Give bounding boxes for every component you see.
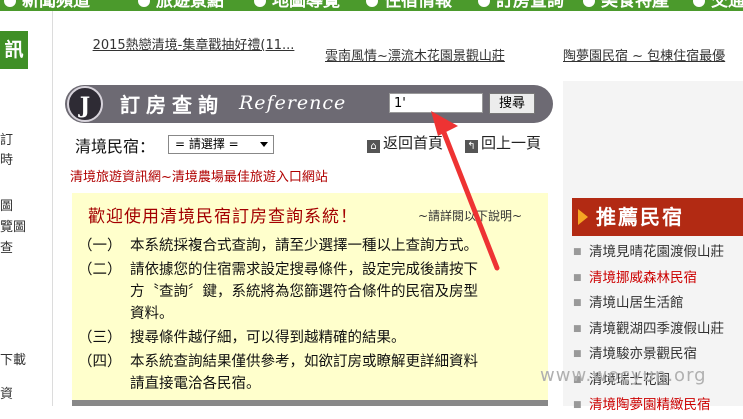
top-link-event-line: 2015熱戀清境-集章戳抽好禮(11... bbox=[92, 38, 295, 53]
recommend-item-label: 清境見晴花園渡假山莊 bbox=[589, 244, 724, 260]
instruction-item: （三） 搜尋條件越仔細，可以得到越精確的結果。 bbox=[78, 327, 548, 349]
recommend-item[interactable]: ■ 清境觀湖四季渡假山莊 bbox=[573, 317, 743, 343]
nav-item-food[interactable]: 美食特產 bbox=[583, 0, 669, 11]
region-select-value: = 請選擇 = bbox=[175, 137, 239, 151]
sidebar-fragment[interactable]: 圖 bbox=[0, 195, 13, 214]
bullet-icon bbox=[138, 0, 150, 7]
bullet-icon: ■ bbox=[573, 323, 582, 334]
top-navigation-bar: 新聞頻道 旅遊景點 地圖導覽 住宿情報 訂房查詢 美食特產 交通 bbox=[0, 0, 743, 11]
info-box: 歡迎使用清境民宿訂房查詢系統！ ~請詳閱以下說明~ （一） 本系統採複合式查詢，請… bbox=[72, 193, 548, 406]
nav-item-label: 住宿情報 bbox=[384, 0, 452, 11]
instruction-text: 請直接電洽各民宿。 bbox=[130, 376, 261, 392]
recommend-heading-label: 推薦民宿 bbox=[596, 205, 684, 229]
recommend-item-label: 清境陶夢園精緻民宿 bbox=[589, 397, 711, 413]
nav-item-transport[interactable]: 交通 bbox=[693, 0, 743, 11]
instruction-text: 本系統採複合式查詢，請至少選擇一種以上查詢方式。 bbox=[130, 238, 478, 254]
instruction-text: 資料。 bbox=[130, 306, 174, 322]
nav-item-label: 新聞頻道 bbox=[22, 0, 90, 11]
instruction-text: 搜尋條件越仔細，可以得到越精確的結果。 bbox=[130, 330, 406, 346]
detail-hint: ~請詳閱以下說明~ bbox=[418, 209, 523, 223]
recommend-item[interactable]: ■ 清境挪威森林民宿 bbox=[573, 266, 743, 292]
recommend-heading: 推薦民宿 bbox=[572, 198, 743, 236]
portal-link[interactable]: 清境旅遊資訊網~清境農場最佳旅遊入口網站 bbox=[70, 166, 328, 185]
recommend-list: ■ 清境見晴花園渡假山莊 ■ 清境挪威森林民宿 ■ 清境山居生活館 ■ 清境觀湖四季渡假… bbox=[573, 240, 743, 419]
reference-logo-icon: J bbox=[67, 86, 103, 122]
back-link-label: 回上一頁 bbox=[481, 134, 542, 152]
sidebar-fragment[interactable]: 查 bbox=[0, 237, 13, 256]
home-link-label: 返回首頁 bbox=[383, 134, 444, 152]
top-link-event[interactable]: 2015熱戀清境-集章戳抽好禮(11... bbox=[86, 36, 301, 55]
nav-item-label: 地圖導覽 bbox=[272, 0, 340, 11]
back-link[interactable]: ↰ 回上一頁 bbox=[465, 132, 541, 153]
sidebar-divider bbox=[52, 11, 53, 406]
instruction-text: 請依據您的住宿需求設定搜尋條件，設定完成後請按下 bbox=[130, 262, 478, 278]
welcome-heading: 歡迎使用清境民宿訂房查詢系統！ bbox=[88, 207, 358, 227]
bullet-icon bbox=[693, 0, 705, 7]
nav-item-booking[interactable]: 訂房查詢 bbox=[478, 0, 564, 11]
instruction-number: （一） bbox=[78, 238, 122, 254]
recommend-item[interactable]: ■ 清境山居生活館 bbox=[573, 291, 743, 317]
nav-item-attractions[interactable]: 旅遊景點 bbox=[138, 0, 224, 11]
instruction-text: 方〝查詢〞鍵，系統將為您篩選符合條件的民宿及房型 bbox=[130, 284, 478, 300]
sidebar-fragment[interactable]: 時 bbox=[0, 149, 13, 168]
instruction-number: （四） bbox=[78, 354, 122, 370]
bullet-icon bbox=[366, 0, 378, 7]
left-sidebar: 訊 訂 時 圖 覽圖 查 下載 資 bbox=[0, 11, 53, 406]
instruction-text: 本系統查詢結果僅供參考，如欲訂房或瞭解更詳細資料 bbox=[130, 354, 478, 370]
recommend-item[interactable]: ■ 清境駿亦景觀民宿 bbox=[573, 342, 743, 368]
nav-item-label: 美食特產 bbox=[601, 0, 669, 11]
sidebar-fragment[interactable]: 下載 bbox=[0, 349, 26, 368]
watermark: www.wocyun.org bbox=[540, 365, 707, 386]
bullet-icon bbox=[478, 0, 490, 7]
bullet-icon: ■ bbox=[573, 298, 582, 308]
sidebar-fragment[interactable]: 覽圖 bbox=[0, 216, 26, 235]
bullet-icon: ■ bbox=[573, 349, 582, 359]
recommend-item-label: 清境山居生活館 bbox=[589, 295, 684, 311]
nav-item-label: 訂房查詢 bbox=[496, 0, 564, 11]
top-link-yunnan[interactable]: 雲南風情~漂流木花園景觀山莊 bbox=[325, 45, 505, 64]
bullet-icon: ■ bbox=[573, 247, 582, 257]
bullet-icon bbox=[4, 0, 16, 7]
nav-item-label: 交通 bbox=[711, 0, 743, 11]
divider-bar bbox=[72, 400, 548, 406]
instruction-item: （一） 本系統採複合式查詢，請至少選擇一種以上查詢方式。 bbox=[78, 235, 548, 257]
recommend-item-label: 清境挪威森林民宿 bbox=[589, 269, 697, 286]
triangle-icon bbox=[578, 209, 588, 225]
recommend-item[interactable]: ■ 清境見晴花園渡假山莊 bbox=[573, 240, 743, 266]
home-link[interactable]: ⌂ 返回首頁 bbox=[367, 132, 443, 153]
instruction-number: （三） bbox=[78, 330, 122, 346]
nav-item-map[interactable]: 地圖導覽 bbox=[254, 0, 340, 11]
reference-search-bar: J 訂房查詢 Reference 搜尋 bbox=[65, 85, 553, 123]
instruction-number: （二） bbox=[78, 262, 122, 278]
reference-title: 訂房查詢 bbox=[120, 93, 224, 117]
back-arrow-icon: ↰ bbox=[465, 140, 478, 153]
recommend-item-label: 清境駿亦景觀民宿 bbox=[589, 346, 697, 362]
bullet-icon bbox=[254, 0, 266, 7]
region-label: 清境民宿： bbox=[75, 137, 156, 156]
sidebar-fragment[interactable]: 資 bbox=[0, 383, 13, 402]
search-button[interactable]: 搜尋 bbox=[489, 93, 535, 114]
recommend-item-label: 清境觀湖四季渡假山莊 bbox=[589, 320, 724, 337]
instruction-list: （一） 本系統採複合式查詢，請至少選擇一種以上查詢方式。 （二） 請依據您的住宿需求… bbox=[78, 235, 548, 397]
sidebar-heading: 訊 bbox=[0, 31, 28, 69]
chevron-down-icon bbox=[260, 142, 268, 147]
home-icon: ⌂ bbox=[367, 140, 380, 153]
reference-subtitle: Reference bbox=[239, 92, 347, 114]
instruction-item: （四） 本系統查詢結果僅供參考，如欲訂房或瞭解更詳細資料 請直接電洽各民宿。 bbox=[78, 351, 548, 395]
top-link-taomeng[interactable]: 陶夢園民宿 ~ 包棟住宿最優 bbox=[563, 45, 725, 64]
search-input[interactable] bbox=[389, 93, 483, 113]
nav-item-news[interactable]: 新聞頻道 bbox=[4, 0, 90, 11]
sidebar-fragment[interactable]: 訂 bbox=[0, 129, 13, 148]
nav-item-lodging[interactable]: 住宿情報 bbox=[366, 0, 452, 11]
instruction-item: （二） 請依據您的住宿需求設定搜尋條件，設定完成後請按下 方〝查詢〞鍵，系統將為您篩… bbox=[78, 259, 548, 325]
bullet-icon bbox=[583, 0, 595, 7]
bullet-icon: ■ bbox=[573, 272, 582, 283]
nav-item-label: 旅遊景點 bbox=[156, 0, 224, 11]
region-select[interactable]: = 請選擇 = bbox=[168, 135, 274, 154]
